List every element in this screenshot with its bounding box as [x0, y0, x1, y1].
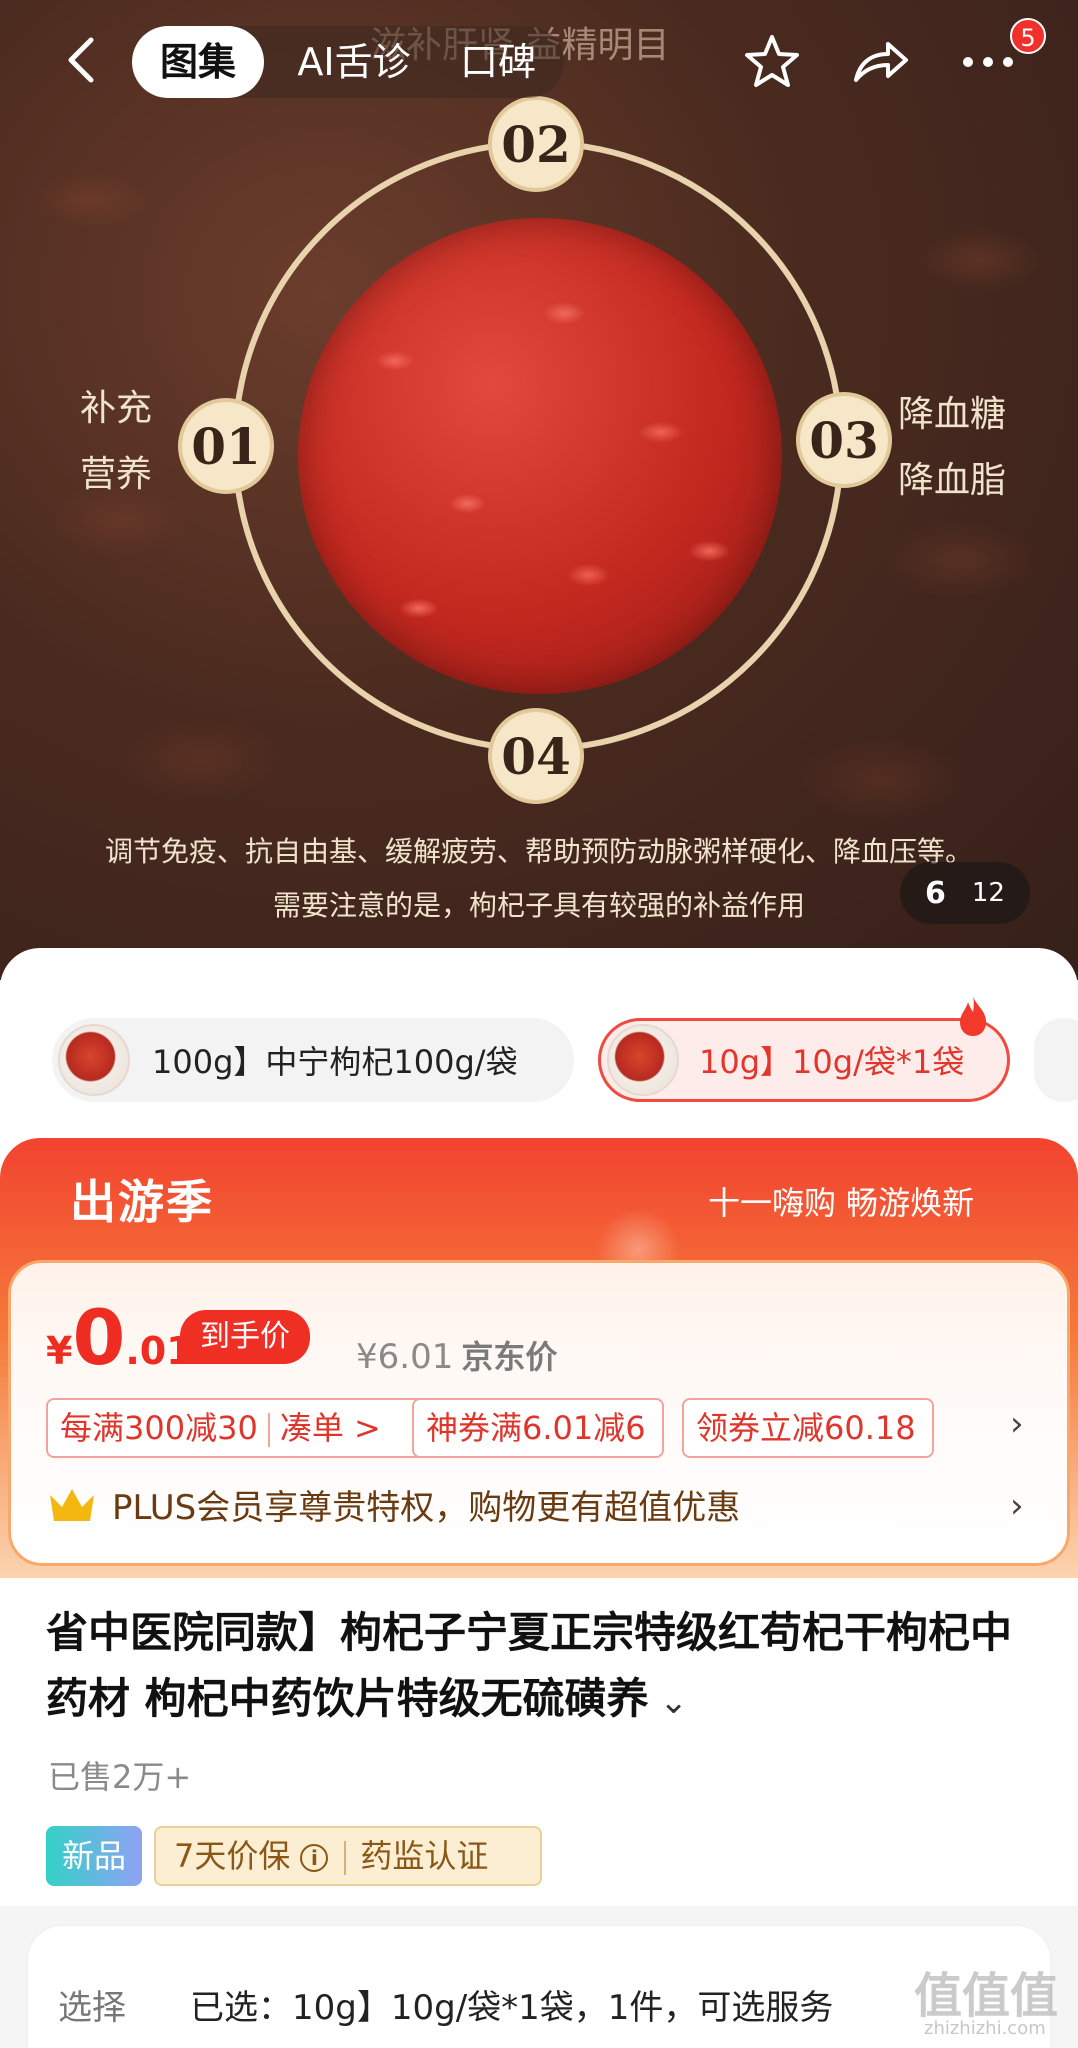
- variant-thumbnail: [58, 1024, 130, 1096]
- right-benefit-label: 降血糖 降血脂: [898, 382, 1006, 514]
- product-title[interactable]: 省中医院同款】枸杞子宁夏正宗特级红苟杞干枸杞中药材 枸杞中药饮片特级无硫磺养 ⌄: [46, 1600, 1036, 1735]
- crown-icon: [50, 1488, 94, 1521]
- more-dots-icon: [963, 57, 1013, 67]
- image-counter: 6 12: [900, 862, 1030, 924]
- chevron-left-icon: [68, 37, 94, 83]
- badge-03: 03: [796, 392, 892, 488]
- coupons-chevron-right-icon[interactable]: ›: [1010, 1404, 1024, 1444]
- info-icon[interactable]: i: [300, 1844, 329, 1872]
- variant-thumbnail: [607, 1024, 679, 1096]
- coupon-super-voucher[interactable]: 神券满6.01减6: [412, 1398, 664, 1458]
- plus-member-row[interactable]: PLUS会员享尊贵特权，购物更有超值优惠: [46, 1480, 740, 1529]
- variant-label: 10g】10g/袋*1袋: [699, 1043, 965, 1081]
- selection-label: 选择: [58, 1988, 126, 2028]
- gallery-tab-bar: 图集 AI舌诊 口碑: [132, 26, 564, 98]
- variant-label: 100g】中宁枸杞100g/袋: [152, 1043, 518, 1081]
- product-image-gallery[interactable]: 滋补肝肾 益精明目 01 02 03 04 补充 营养 降血糖 降血脂 调节免疫…: [0, 0, 1078, 980]
- coupon-full-reduction-text: 每满300减30: [60, 1409, 258, 1447]
- plus-member-text: PLUS会员享尊贵特权，购物更有超值优惠: [112, 1488, 741, 1528]
- badge-01: 01: [178, 398, 274, 494]
- hero-caption-line1: 调节免疫、抗自由基、缓解疲劳、帮助预防动脉粥样硬化、降血压等。: [104, 835, 973, 868]
- coupon-instant-discount[interactable]: 领券立减60.18: [682, 1398, 934, 1458]
- right-benefit-line1: 降血糖: [898, 394, 1007, 435]
- price-integer: 0: [72, 1293, 126, 1382]
- image-counter-total: 12: [971, 878, 1005, 908]
- product-title-text: 省中医院同款】枸杞子宁夏正宗特级红苟杞干枸杞中药材 枸杞中药饮片特级无硫磺养: [46, 1608, 1013, 1723]
- site-watermark-url: zhizhizhi.com: [924, 2018, 1046, 2039]
- badge-02: 02: [488, 96, 584, 192]
- left-benefit-line1: 补充: [80, 388, 153, 429]
- coupon-full-reduction[interactable]: 每满300减30 凑单 >: [46, 1398, 430, 1458]
- jd-price-value: ¥6.01: [356, 1337, 454, 1377]
- jd-price-label: 京东价: [461, 1338, 558, 1376]
- share-icon: [854, 42, 908, 82]
- coupon-divider: [267, 1413, 270, 1447]
- notification-badge: 5: [1010, 18, 1046, 54]
- promo-slogan: 十一嗨购 畅游焕新: [708, 1184, 975, 1222]
- price-guard-tag: 7天价保: [174, 1837, 291, 1875]
- selection-value: 已选：10g】10g/袋*1袋，1件，可选服务: [190, 1988, 834, 2028]
- final-price: ¥ 0 .01: [46, 1300, 193, 1376]
- share-button[interactable]: [846, 28, 914, 96]
- sold-count: 已售2万+: [48, 1758, 192, 1796]
- service-tags[interactable]: 7天价保 i 药监认证: [154, 1826, 542, 1886]
- variant-option-10g-selected[interactable]: 10g】10g/袋*1袋: [598, 1018, 1010, 1102]
- tag-divider: [344, 1841, 347, 1875]
- tab-gallery[interactable]: 图集: [132, 26, 264, 98]
- favorite-button[interactable]: [738, 28, 806, 96]
- left-benefit-label: 补充 营养: [80, 376, 152, 508]
- site-watermark: 值值值: [914, 1968, 1059, 2024]
- variant-option-100g[interactable]: 100g】中宁枸杞100g/袋: [52, 1018, 574, 1102]
- tab-reviews[interactable]: 口碑: [438, 26, 558, 98]
- left-benefit-line2: 营养: [80, 454, 153, 495]
- jd-price: ¥6.01 京东价: [356, 1332, 557, 1378]
- goji-berries-image: [298, 218, 782, 694]
- variant-option-more[interactable]: [1034, 1018, 1078, 1102]
- promo-title: 出游季: [70, 1175, 214, 1229]
- tab-ai-tongue-diagnosis[interactable]: AI舌诊: [284, 26, 424, 98]
- price-currency-symbol: ¥: [46, 1329, 73, 1373]
- image-counter-current: 6: [925, 875, 946, 911]
- star-icon: [745, 35, 799, 87]
- back-button[interactable]: [50, 30, 110, 90]
- drug-certification-tag: 药监认证: [360, 1837, 489, 1875]
- right-benefit-line2: 降血脂: [898, 460, 1007, 501]
- plus-chevron-right-icon[interactable]: ›: [1010, 1486, 1024, 1526]
- coupon-add-on-link[interactable]: 凑单 >: [280, 1409, 381, 1447]
- badge-04: 04: [488, 708, 584, 804]
- final-price-label: 到手价: [180, 1310, 310, 1364]
- new-product-tag: 新品: [46, 1826, 142, 1886]
- expand-title-chevron-down-icon[interactable]: ⌄: [649, 1682, 688, 1722]
- hot-flame-icon: [960, 996, 986, 1036]
